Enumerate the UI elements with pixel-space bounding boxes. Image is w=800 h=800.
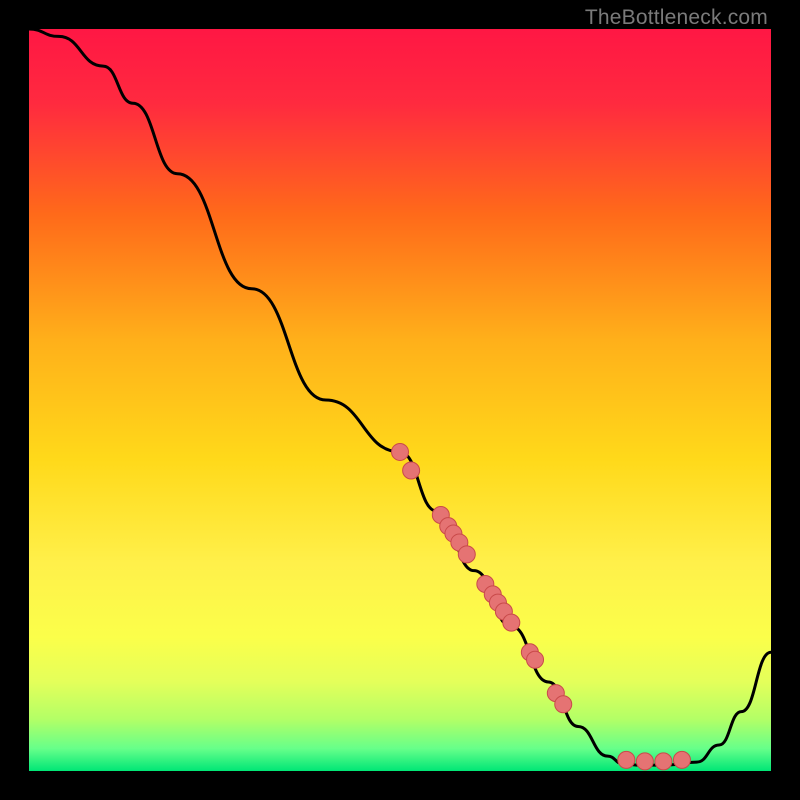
data-dot: [555, 696, 572, 713]
bottleneck-chart: [29, 29, 771, 771]
data-dot: [403, 462, 420, 479]
data-dot: [458, 546, 475, 563]
data-dot: [392, 443, 409, 460]
gradient-background: [29, 29, 771, 771]
chart-frame: [29, 29, 771, 771]
data-dot: [527, 651, 544, 668]
watermark-text: TheBottleneck.com: [585, 6, 768, 30]
data-dot: [655, 753, 672, 770]
data-dot: [618, 751, 635, 768]
data-dot: [503, 614, 520, 631]
data-dot: [673, 751, 690, 768]
data-dot: [636, 753, 653, 770]
